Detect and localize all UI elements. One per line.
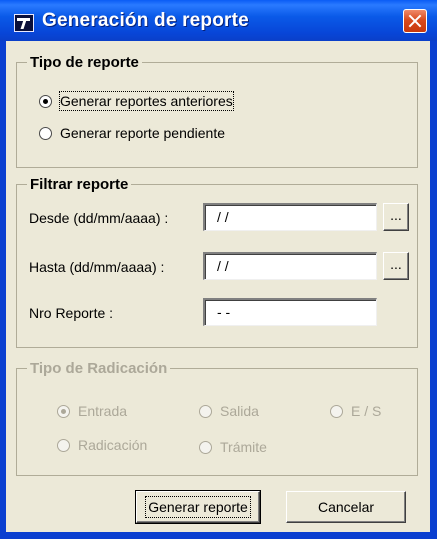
- desde-date-input[interactable]: / /: [203, 203, 377, 231]
- radio-label: E / S: [351, 403, 382, 419]
- tipo-reporte-title: Tipo de reporte: [27, 54, 142, 72]
- radio-button[interactable]: [39, 126, 52, 140]
- radio-tramite[interactable]: Trámite: [199, 437, 267, 457]
- tipo-radicacion-title: Tipo de Radicación: [27, 360, 171, 378]
- radio-label: Generar reporte pendiente: [60, 125, 225, 141]
- hasta-label: Hasta (dd/mm/aaaa) :: [29, 259, 165, 275]
- tipo-radicacion-group: Tipo de Radicación Entrada Salida E / S …: [16, 360, 418, 476]
- radio-generar-pendiente[interactable]: Generar reporte pendiente: [39, 123, 225, 143]
- desde-date-picker-button[interactable]: ...: [383, 203, 409, 231]
- radio-label: Radicación: [78, 437, 148, 453]
- radio-radicacion[interactable]: Radicación: [57, 435, 147, 455]
- radio-button[interactable]: [330, 404, 343, 418]
- radio-label: Generar reportes anteriores: [59, 91, 234, 111]
- filtrar-reporte-group: Filtrar reporte Desde (dd/mm/aaaa) : / /…: [16, 176, 418, 348]
- filtrar-reporte-title: Filtrar reporte: [27, 176, 132, 194]
- radio-button[interactable]: [199, 440, 212, 454]
- generar-reporte-button[interactable]: Generar reporte: [135, 490, 261, 524]
- dialog-window: Generación de reporte Tipo de reporte Ge…: [0, 0, 437, 539]
- radio-button[interactable]: [199, 404, 212, 418]
- radio-generar-anteriores[interactable]: Generar reportes anteriores: [39, 91, 234, 111]
- dialog-body: Tipo de reporte Generar reportes anterio…: [6, 41, 430, 532]
- hasta-date-picker-button[interactable]: ...: [383, 252, 409, 280]
- radio-label: Salida: [220, 403, 259, 419]
- window-title: Generación de reporte: [42, 10, 249, 31]
- tipo-reporte-group: Tipo de reporte Generar reportes anterio…: [16, 54, 418, 168]
- cancelar-button[interactable]: Cancelar: [286, 491, 406, 523]
- radio-entrada[interactable]: Entrada: [57, 401, 127, 421]
- radio-button[interactable]: [57, 438, 70, 452]
- close-icon[interactable]: [403, 9, 427, 33]
- radio-button[interactable]: [57, 404, 70, 418]
- radio-e-s[interactable]: E / S: [330, 401, 381, 421]
- cancelar-label: Cancelar: [317, 499, 375, 515]
- generar-reporte-label: Generar reporte: [145, 496, 251, 518]
- radio-salida[interactable]: Salida: [199, 401, 259, 421]
- nro-reporte-input[interactable]: - -: [203, 298, 377, 326]
- radio-label: Trámite: [220, 439, 267, 455]
- hasta-date-input[interactable]: / /: [203, 252, 377, 280]
- title-bar[interactable]: Generación de reporte: [0, 0, 437, 41]
- nro-reporte-label: Nro Reporte :: [29, 305, 114, 321]
- radio-button[interactable]: [39, 94, 52, 108]
- desde-label: Desde (dd/mm/aaaa) :: [29, 210, 169, 226]
- app-icon: [14, 14, 34, 32]
- radio-label: Entrada: [78, 403, 128, 419]
